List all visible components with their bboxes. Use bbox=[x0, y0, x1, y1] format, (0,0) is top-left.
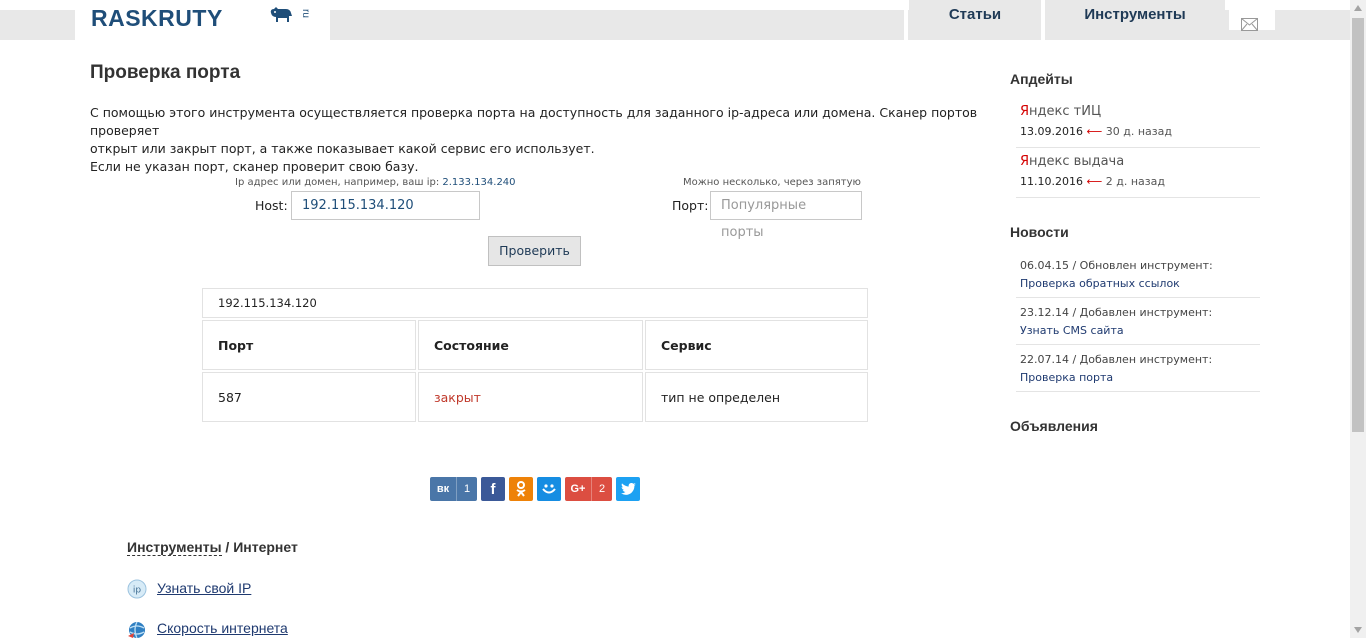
tool-link-my-ip[interactable]: Узнать свой IP bbox=[157, 580, 251, 596]
divider bbox=[1016, 297, 1260, 298]
update-ago: 30 д. назад bbox=[1105, 125, 1172, 138]
update-item: Яндекс тИЦ 13.09.2016 ⟵ 30 д. назад bbox=[1020, 104, 1260, 138]
facebook-share-button[interactable]: f bbox=[481, 477, 505, 501]
twitter-icon bbox=[620, 483, 636, 495]
nav-articles[interactable]: Статьи bbox=[909, 0, 1041, 30]
globe-speed-icon bbox=[128, 621, 145, 638]
yandex-letter: Я bbox=[1020, 154, 1030, 169]
mymail-icon bbox=[542, 484, 556, 494]
mymail-share-button[interactable] bbox=[537, 477, 561, 501]
news-link[interactable]: Проверка обратных ссылок bbox=[1020, 277, 1260, 290]
mail-icon[interactable] bbox=[1241, 18, 1258, 31]
vk-share-count: 1 bbox=[463, 483, 471, 495]
result-state: закрыт bbox=[418, 372, 643, 422]
scrollbar-thumb[interactable] bbox=[1352, 18, 1364, 432]
divider bbox=[1016, 344, 1260, 345]
twitter-share-button[interactable] bbox=[616, 477, 640, 501]
svg-text:ip: ip bbox=[133, 586, 142, 596]
your-ip-value[interactable]: 2.133.134.240 bbox=[442, 177, 515, 188]
port-hint: Можно несколько, через запятую bbox=[683, 177, 861, 188]
host-input[interactable]: 192.115.134.120 bbox=[291, 191, 480, 220]
vk-icon: вк bbox=[436, 483, 450, 495]
category-breadcrumb: Инструменты / Интернет bbox=[127, 539, 298, 556]
yandex-letter: Я bbox=[1020, 104, 1030, 119]
vk-share-button[interactable]: вк 1 bbox=[430, 477, 477, 501]
updates-title: Апдейты bbox=[1010, 71, 1073, 87]
news-item: 23.12.14 / Добавлен инструмент: Узнать C… bbox=[1020, 306, 1260, 337]
category-name: Интернет bbox=[233, 539, 298, 555]
update-date: 13.09.2016 bbox=[1020, 125, 1083, 138]
host-hint-text: Ip адрес или домен, например, ваш ip: bbox=[235, 177, 440, 188]
news-item: 06.04.15 / Обновлен инструмент: Проверка… bbox=[1020, 259, 1260, 290]
port-input[interactable]: Популярные порты bbox=[710, 191, 862, 240]
googleplus-icon: G+ bbox=[570, 483, 586, 495]
column-header-service: Сервис bbox=[645, 320, 868, 370]
arrow-left-icon: ⟵ bbox=[1086, 125, 1103, 138]
divider bbox=[1016, 391, 1260, 392]
host-label: Host: bbox=[255, 198, 288, 213]
scrollbar[interactable] bbox=[1350, 0, 1366, 638]
page-title: Проверка порта bbox=[90, 62, 241, 83]
odnoklassniki-icon bbox=[516, 481, 526, 497]
nav-divider bbox=[904, 0, 908, 40]
update-name-text: ндекс выдача bbox=[1029, 154, 1125, 169]
news-meta: 06.04.15 / Обновлен инструмент: bbox=[1020, 259, 1213, 272]
news-link[interactable]: Проверка порта bbox=[1020, 371, 1260, 384]
column-header-state: Состояние bbox=[418, 320, 643, 370]
divider bbox=[1016, 147, 1260, 148]
tool-link-internet-speed[interactable]: Скорость интернета bbox=[157, 620, 288, 636]
news-item: 22.07.14 / Добавлен инструмент: Проверка… bbox=[1020, 353, 1260, 384]
news-meta: 22.07.14 / Добавлен инструмент: bbox=[1020, 353, 1213, 366]
description-line: Если не указан порт, сканер проверит сво… bbox=[90, 159, 419, 174]
column-header-port: Порт bbox=[202, 320, 416, 370]
update-ago: 2 д. назад bbox=[1105, 175, 1165, 188]
check-button[interactable]: Проверить bbox=[488, 236, 581, 266]
facebook-icon: f bbox=[490, 480, 496, 498]
port-label: Порт: bbox=[672, 198, 709, 213]
divider bbox=[1016, 197, 1260, 198]
page-description: С помощью этого инструмента осуществляет… bbox=[90, 104, 990, 176]
scroll-up-icon[interactable] bbox=[1354, 5, 1362, 11]
odnoklassniki-share-button[interactable] bbox=[509, 477, 533, 501]
update-name: Яндекс тИЦ bbox=[1020, 104, 1260, 119]
googleplus-share-count: 2 bbox=[598, 483, 606, 495]
breadcrumb-separator: / bbox=[221, 539, 234, 555]
host-hint: Ip адрес или домен, например, ваш ip: 2.… bbox=[235, 177, 516, 188]
nav-tools[interactable]: Инструменты bbox=[1045, 0, 1225, 30]
update-date-row: 11.10.2016 ⟵ 2 д. назад bbox=[1020, 175, 1260, 188]
logo[interactable]: RASKRUTY ru bbox=[75, 0, 330, 40]
ip-icon: ip bbox=[127, 579, 147, 599]
update-name-text: ндекс тИЦ bbox=[1029, 104, 1102, 119]
result-service: тип не определен bbox=[645, 372, 868, 422]
result-port: 587 bbox=[202, 372, 416, 422]
news-link[interactable]: Узнать CMS сайта bbox=[1020, 324, 1260, 337]
update-date: 11.10.2016 bbox=[1020, 175, 1083, 188]
update-name: Яндекс выдача bbox=[1020, 154, 1260, 169]
googleplus-share-button[interactable]: G+ 2 bbox=[565, 477, 612, 501]
scroll-down-icon[interactable] bbox=[1354, 627, 1362, 633]
description-line: С помощью этого инструмента осуществляет… bbox=[90, 105, 978, 138]
cow-logo-icon bbox=[270, 7, 292, 22]
result-host: 192.115.134.120 bbox=[202, 288, 868, 318]
arrow-left-icon: ⟵ bbox=[1086, 175, 1103, 188]
news-meta: 23.12.14 / Добавлен инструмент: bbox=[1020, 306, 1213, 319]
news-title: Новости bbox=[1010, 224, 1069, 240]
logo-suffix: ru bbox=[299, 9, 311, 18]
update-date-row: 13.09.2016 ⟵ 30 д. назад bbox=[1020, 125, 1260, 138]
category-tools-link[interactable]: Инструменты bbox=[127, 539, 222, 556]
logo-text: RASKRUTY bbox=[91, 5, 223, 31]
update-item: Яндекс выдача 11.10.2016 ⟵ 2 д. назад bbox=[1020, 154, 1260, 188]
ads-title: Объявления bbox=[1010, 418, 1098, 434]
description-line: открыт или закрыт порт, а также показыва… bbox=[90, 141, 595, 156]
